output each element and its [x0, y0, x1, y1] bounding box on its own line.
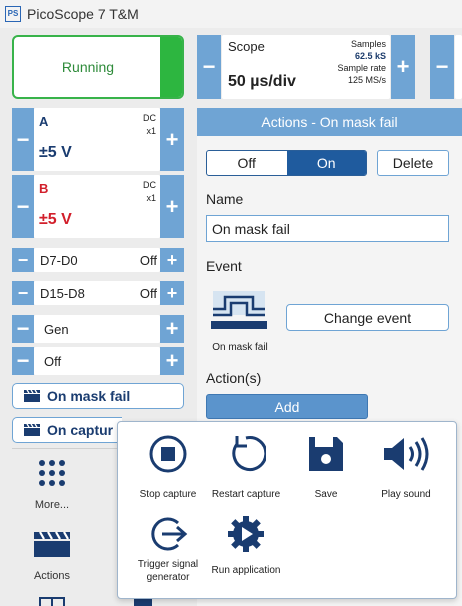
d7-d0-panel[interactable]: D7-D0 Off: [34, 248, 160, 272]
restart-capture-label: Restart capture: [211, 489, 281, 500]
grid-dots-icon: [39, 460, 65, 486]
on-capture-button[interactable]: On captur: [12, 417, 122, 443]
gen-state-increase-button[interactable]: +: [160, 347, 184, 375]
run-application-icon: [228, 516, 264, 552]
restart-capture-item[interactable]: Restart capture: [202, 434, 290, 501]
gen-label: Gen: [44, 322, 69, 337]
gen-type-panel[interactable]: Gen: [34, 315, 160, 343]
add-action-popup: Stop capture Restart capture Save Play s…: [117, 421, 457, 599]
play-sound-icon: [384, 437, 429, 471]
run-application-item[interactable]: Run application: [202, 514, 290, 577]
clapperboard-icon: [34, 531, 70, 557]
timebase-decrease-button[interactable]: −: [197, 35, 221, 99]
stop-capture-item[interactable]: Stop capture: [124, 434, 212, 501]
save-label: Save: [314, 489, 338, 500]
stop-capture-icon: [149, 435, 187, 473]
run-application-label: Run application: [211, 565, 281, 576]
clapperboard-icon: [24, 423, 40, 436]
gen-state-decrease-button[interactable]: −: [12, 347, 34, 375]
run-status-bar: [160, 37, 182, 97]
play-sound-label: Play sound: [381, 489, 431, 500]
channel-b-letter: B: [39, 181, 49, 196]
actions-label: Actions: [33, 570, 71, 582]
on-mask-fail-label: On mask fail: [47, 388, 131, 404]
d15-d8-increase-button[interactable]: +: [160, 281, 184, 305]
gen-type-increase-button[interactable]: +: [160, 315, 184, 343]
timebase-value: 50 µs/div: [228, 73, 296, 90]
enable-toggle[interactable]: Off On: [206, 150, 367, 176]
app-logo-icon: PS: [5, 6, 21, 22]
channel-a-letter: A: [39, 114, 49, 129]
channel-b-panel[interactable]: B DC x1 ±5 V: [34, 175, 160, 238]
event-caption: On mask fail: [212, 342, 268, 353]
d7-d0-label: D7-D0: [40, 253, 78, 268]
samples-value: 62.5 kS: [354, 51, 386, 61]
toggle-off-option[interactable]: Off: [207, 151, 287, 175]
next-control-decrease-button[interactable]: −: [430, 35, 454, 99]
play-sound-item[interactable]: Play sound: [362, 434, 450, 501]
delete-button[interactable]: Delete: [377, 150, 449, 176]
actions-panel-header: Actions - On mask fail: [197, 108, 462, 136]
d15-d8-label: D15-D8: [40, 286, 85, 301]
channel-b-coupling-value: DC: [143, 180, 156, 190]
timebase-increase-button[interactable]: +: [391, 35, 415, 99]
more-label: More...: [34, 499, 70, 511]
channel-a-decrease-button[interactable]: −: [12, 108, 34, 171]
trigger-signal-generator-icon: [151, 517, 188, 551]
d7-d0-increase-button[interactable]: +: [160, 248, 184, 272]
channel-a-probe: x1: [146, 126, 156, 136]
event-label: Event: [206, 258, 242, 274]
channel-a-panel[interactable]: A DC x1 ±5 V: [34, 108, 160, 171]
save-icon: [309, 437, 343, 471]
save-item[interactable]: Save: [282, 434, 370, 501]
d15-d8-panel[interactable]: D15-D8 Off: [34, 281, 160, 305]
channel-a-range: ±5 V: [39, 144, 72, 161]
channel-a-coupling-value: DC: [143, 113, 156, 123]
samples-label: Samples: [350, 39, 386, 49]
scope-title: Scope: [228, 39, 265, 54]
channel-b-decrease-button[interactable]: −: [12, 175, 34, 238]
name-label: Name: [206, 191, 244, 207]
restart-capture-icon: [232, 436, 266, 471]
title-bar: PS PicoScope 7 T&M: [0, 0, 462, 28]
channel-a-coupling: DC x1: [143, 112, 156, 138]
trigger-signal-generator-label: Trigger signal generator: [137, 559, 199, 583]
run-stop-button[interactable]: Running: [12, 35, 184, 99]
name-input[interactable]: [206, 215, 449, 242]
on-capture-label: On captur: [47, 422, 114, 438]
channel-b-probe: x1: [146, 193, 156, 203]
app-title: PicoScope 7 T&M: [27, 6, 139, 22]
trigger-signal-generator-item[interactable]: Trigger signal generator: [124, 514, 212, 584]
d15-d8-decrease-button[interactable]: −: [12, 281, 34, 305]
scope-timebase-panel[interactable]: Scope 50 µs/div Samples 62.5 kS Sample r…: [222, 35, 390, 99]
channel-b-range: ±5 V: [39, 211, 72, 228]
channel-b-coupling: DC x1: [143, 179, 156, 205]
channel-a-increase-button[interactable]: +: [160, 108, 184, 171]
add-action-button[interactable]: Add: [206, 394, 368, 419]
gen-state: Off: [44, 354, 62, 369]
grid-layout-icon[interactable]: [39, 597, 65, 606]
change-event-button[interactable]: Change event: [286, 304, 449, 331]
next-control-panel[interactable]: [455, 35, 462, 99]
d7-d0-state: Off: [139, 253, 157, 268]
gen-state-panel[interactable]: Off: [34, 347, 160, 375]
actions-list-label: Action(s): [206, 370, 262, 386]
mask-fail-event-icon: [211, 291, 267, 329]
run-status-label: Running: [61, 59, 115, 75]
toggle-on-option[interactable]: On: [286, 151, 366, 175]
gen-type-decrease-button[interactable]: −: [12, 315, 34, 343]
clapperboard-icon: [24, 389, 40, 402]
more-button[interactable]: More...: [20, 455, 84, 513]
sample-info: Samples 62.5 kS Sample rate 125 MS/s: [337, 38, 386, 86]
sample-rate-value: 125 MS/s: [347, 75, 386, 85]
d7-d0-decrease-button[interactable]: −: [12, 248, 34, 272]
sample-rate-label: Sample rate: [337, 63, 386, 73]
channel-b-increase-button[interactable]: +: [160, 175, 184, 238]
actions-button[interactable]: Actions: [20, 528, 84, 586]
on-mask-fail-button[interactable]: On mask fail: [12, 383, 184, 409]
stop-capture-label: Stop capture: [139, 489, 197, 500]
d15-d8-state: Off: [139, 286, 157, 301]
